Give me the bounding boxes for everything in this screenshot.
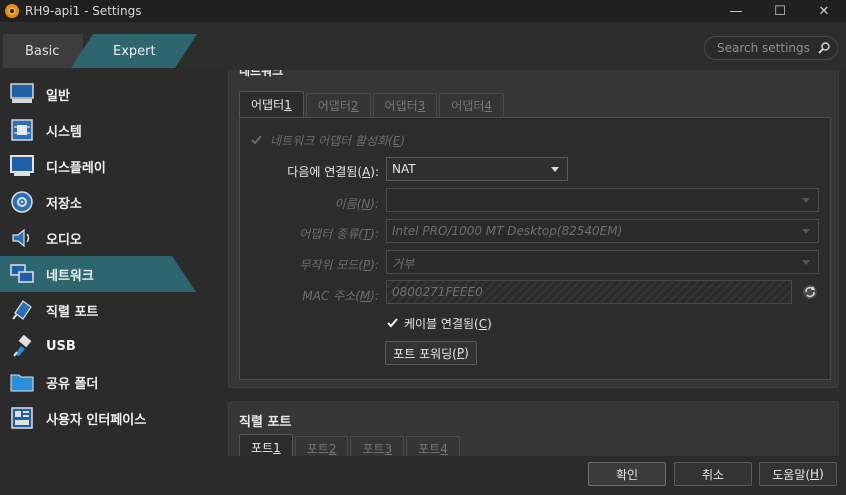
network-icon	[10, 262, 34, 286]
tab-adapter-4[interactable]: 어댑터 4	[439, 93, 505, 117]
adapter-type-label: 어댑터 종류(T):	[299, 227, 379, 241]
help-button[interactable]: 도움말(H)	[759, 462, 837, 486]
maximize-button[interactable]: ☐	[758, 0, 802, 22]
tab-adapter-3[interactable]: 어댑터 3	[372, 93, 438, 117]
sidebar-item-label: 직렬 포트	[46, 304, 99, 320]
dialog-buttons: 확인 취소 도움말(H)	[0, 456, 846, 495]
sidebar-item-storage[interactable]: 저장소	[0, 184, 220, 220]
usb-icon	[10, 334, 34, 358]
display-icon	[10, 154, 34, 178]
adapter-panel: 네트워크 어댑터 활성화(E) 다음에 연결됨(A): NAT 이름(N): 어…	[239, 117, 831, 380]
enable-adapter-label: 네트워크 어댑터 활성화(E)	[270, 134, 405, 148]
tab-port-1[interactable]: 포트 1	[239, 434, 293, 456]
tab-port-4[interactable]: 포트 4	[406, 436, 460, 456]
enable-adapter-checkbox[interactable]	[250, 133, 263, 146]
chevron-down-icon	[802, 260, 810, 265]
cancel-button[interactable]: 취소	[674, 462, 752, 486]
serial-section-title: 직렬 포트	[239, 415, 292, 430]
search-placeholder: Search settings	[717, 41, 810, 55]
tab-port-2[interactable]: 포트 2	[294, 436, 349, 456]
sidebar-item-network[interactable]: 네트워크	[0, 256, 220, 292]
sidebar-item-audio[interactable]: 오디오	[0, 220, 220, 256]
ui-icon	[10, 406, 34, 430]
cable-connected-label: 케이블 연결됨(C)	[404, 317, 492, 331]
adapter-type-select[interactable]: Intel PRO/1000 MT Desktop(82540EM)	[386, 219, 819, 243]
refresh-mac-icon[interactable]	[801, 283, 819, 301]
name-label: 이름(N):	[334, 197, 379, 211]
sidebar-item-user-interface[interactable]: 사용자 인터페이스	[0, 400, 220, 436]
sidebar-item-system[interactable]: 시스템	[0, 112, 220, 148]
sidebar: 일반 시스템 디스플레이 저장소 오디오 네트워크 직렬 포트 USB 공유 폴…	[0, 76, 220, 456]
folder-icon	[10, 370, 34, 394]
name-select[interactable]	[386, 188, 819, 212]
close-button[interactable]: ✕	[802, 0, 846, 22]
search-icon	[818, 42, 830, 54]
promiscuous-mode-select[interactable]: 거부	[386, 250, 819, 274]
title-bar: RH9-api1 - Settings — ☐ ✕	[0, 0, 846, 22]
attached-to-select[interactable]: NAT	[386, 157, 568, 181]
cable-connected-checkbox[interactable]	[386, 316, 399, 329]
sidebar-item-shared-folders[interactable]: 공유 폴더	[0, 364, 220, 400]
sidebar-item-label: 시스템	[46, 124, 82, 140]
sidebar-item-label: 공유 폴더	[46, 376, 99, 392]
attached-to-label: 다음에 연결됨(A):	[287, 165, 379, 179]
mac-address-label: MAC 주소(M):	[302, 289, 379, 303]
speaker-icon	[10, 226, 34, 250]
minimize-button[interactable]: —	[714, 0, 758, 22]
sidebar-item-label: 사용자 인터페이스	[46, 412, 147, 428]
disk-icon	[10, 190, 34, 214]
window-title: RH9-api1 - Settings	[25, 4, 142, 18]
sidebar-item-label: USB	[46, 338, 76, 354]
tab-adapter-1[interactable]: 어댑터 1	[239, 91, 304, 117]
sidebar-item-label: 저장소	[46, 196, 82, 212]
mac-address-field[interactable]: 0800271FEEE0	[386, 280, 792, 304]
search-input[interactable]: Search settings	[704, 36, 838, 60]
sidebar-item-usb[interactable]: USB	[0, 328, 220, 364]
chevron-down-icon	[802, 198, 810, 203]
mode-toggle: Basic Expert	[3, 34, 197, 68]
port-forwarding-button[interactable]: 포트 포워딩(P)	[385, 341, 477, 365]
chevron-down-icon	[551, 167, 559, 172]
network-group: 네트워크 어댑터 1 어댑터 2 어댑터 3 어댑터 4 네트워크 어댑터 활성…	[228, 70, 839, 388]
serial-port-icon	[10, 298, 34, 322]
sidebar-item-display[interactable]: 디스플레이	[0, 148, 220, 184]
tab-port-3[interactable]: 포트 3	[350, 436, 405, 456]
network-section-title: 네트워크	[239, 70, 284, 78]
sidebar-item-general[interactable]: 일반	[0, 76, 220, 112]
tab-adapter-2[interactable]: 어댑터 2	[305, 93, 371, 117]
promiscuous-mode-label: 무작위 모드(P):	[299, 258, 379, 272]
settings-content: 네트워크 어댑터 1 어댑터 2 어댑터 3 어댑터 4 네트워크 어댑터 활성…	[228, 70, 840, 456]
sidebar-item-serial-port[interactable]: 직렬 포트	[0, 292, 220, 328]
sidebar-item-label: 디스플레이	[46, 160, 106, 176]
adapter-tabs: 어댑터 1 어댑터 2 어댑터 3 어댑터 4	[239, 91, 506, 117]
mode-basic-button[interactable]: Basic	[3, 34, 83, 68]
chevron-down-icon	[802, 229, 810, 234]
ok-button[interactable]: 확인	[588, 462, 666, 486]
chip-icon	[10, 118, 34, 142]
port-tabs: 포트 1 포트 2 포트 3 포트 4	[239, 434, 462, 456]
sidebar-item-label: 오디오	[46, 232, 82, 248]
sidebar-item-label: 일반	[46, 88, 70, 104]
monitor-icon	[10, 82, 34, 106]
app-icon	[5, 4, 19, 18]
mode-expert-button[interactable]: Expert	[71, 34, 197, 68]
toolbar: Basic Expert Search settings	[0, 22, 846, 70]
sidebar-item-label: 네트워크	[46, 268, 94, 284]
serial-group: 직렬 포트 포트 1 포트 2 포트 3 포트 4	[228, 401, 839, 456]
